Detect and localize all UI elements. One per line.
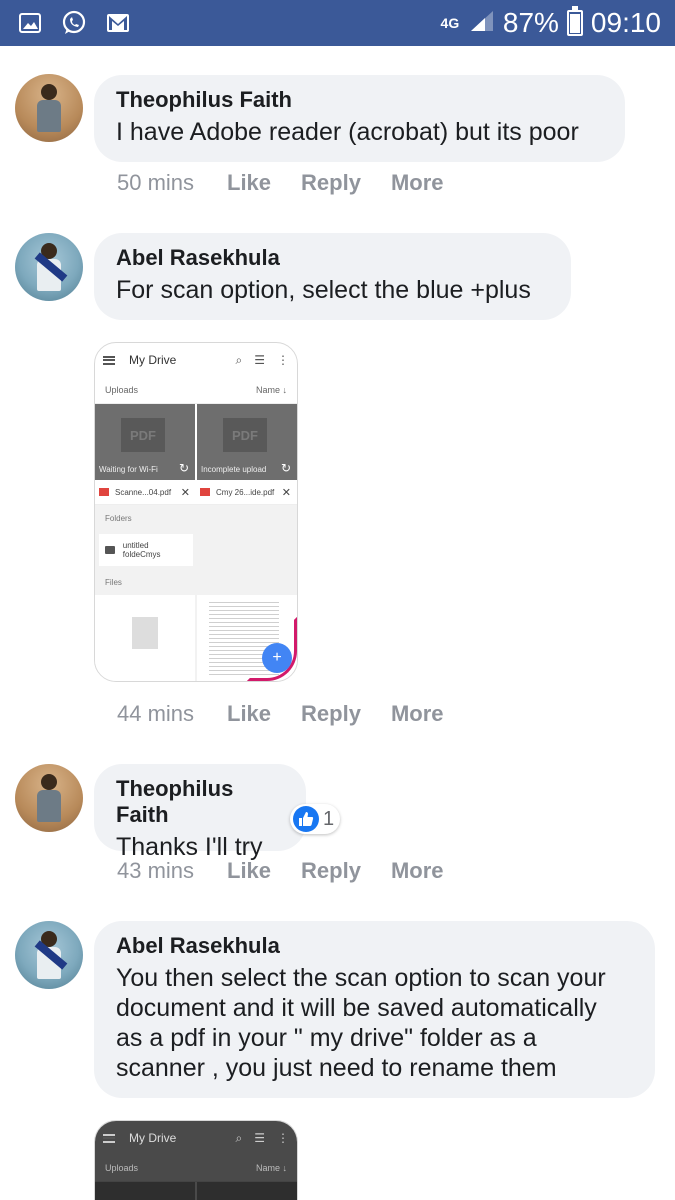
comment-author[interactable]: Theophilus Faith	[116, 776, 284, 828]
reply-link[interactable]: Reply	[301, 170, 361, 196]
reply-link[interactable]: Reply	[301, 858, 361, 884]
comment-actions: 50 mins Like Reply More	[117, 170, 474, 196]
reply-link[interactable]: Reply	[301, 701, 361, 727]
folder-name: untitled foldeCmys	[122, 541, 161, 559]
search-icon: ⌕	[235, 352, 243, 367]
upload-tiles	[95, 1182, 297, 1200]
tile-caption: Waiting for Wi-Fi	[99, 465, 158, 474]
file-name: Scanne...04.pdf	[115, 487, 172, 497]
battery-percent: 87%	[502, 7, 559, 38]
comment-text-line: scanner , you just need to rename them	[116, 1054, 557, 1082]
refresh-icon: ↻	[178, 461, 189, 475]
drive-title: My Drive	[129, 353, 177, 367]
arrow-down-icon: ↓	[282, 1163, 288, 1173]
file-thumb	[95, 595, 195, 681]
pdf-file-icon	[99, 488, 109, 496]
uploads-label: Uploads	[105, 385, 139, 395]
comment-actions: 43 mins Like Reply More	[117, 858, 474, 884]
comment-author[interactable]: Abel Rasekhula	[116, 933, 633, 959]
menu-icon	[103, 1133, 115, 1143]
upload-tile: PDF Incomplete upload ↻	[197, 404, 297, 480]
tile-caption: Incomplete upload	[201, 465, 267, 474]
status-bar: 4G 87% 09:10	[0, 0, 675, 46]
thumbs-up-icon	[293, 806, 319, 832]
avatar[interactable]	[15, 764, 83, 832]
comment-author[interactable]: Theophilus Faith	[116, 87, 603, 113]
like-link[interactable]: Like	[227, 858, 271, 884]
attachment-image[interactable]: My Drive ⌕ ☰ ⋮ Uploads Name ↓ PDF Waitin…	[94, 342, 298, 682]
folders-label: Folders	[95, 505, 297, 531]
arrow-down-icon: ↓	[282, 385, 288, 395]
folder-icon	[105, 546, 115, 554]
list-view-icon: ☰	[254, 1131, 265, 1145]
like-link[interactable]: Like	[227, 701, 271, 727]
close-icon: ✕	[180, 486, 190, 499]
files-label: Files	[95, 569, 297, 595]
clock: 09:10	[590, 7, 661, 38]
gmail-icon	[104, 9, 132, 37]
signal-icon	[469, 10, 495, 37]
gallery-icon	[16, 9, 44, 37]
avatar[interactable]	[15, 74, 83, 142]
comment-text: I have Adobe reader (acrobat) but its po…	[116, 118, 579, 146]
like-link[interactable]: Like	[227, 170, 271, 196]
upload-files: Scanne...04.pdf ✕ Cmy 26...ide.pdf ✕	[95, 480, 297, 505]
sort-label: Name	[255, 385, 280, 395]
whatsapp-icon	[60, 9, 88, 37]
drive-title: My Drive	[129, 1131, 177, 1145]
pdf-icon: PDF	[121, 418, 165, 452]
comment-time: 44 mins	[117, 701, 195, 726]
overflow-icon: ⋮	[277, 1131, 289, 1145]
list-view-icon: ☰	[254, 353, 265, 367]
upload-tile: PDF Waiting for Wi-Fi ↻	[95, 404, 195, 480]
comment-actions: 44 mins Like Reply More	[117, 701, 474, 727]
drive-toolbar: My Drive ⌕ ☰ ⋮	[95, 1121, 297, 1155]
comment-bubble[interactable]: Theophilus Faith Thanks I'll try	[94, 764, 306, 861]
avatar[interactable]	[15, 921, 83, 989]
avatar[interactable]	[15, 233, 83, 301]
more-link[interactable]: More	[391, 701, 444, 727]
uploads-header: Uploads Name ↓	[95, 1155, 297, 1182]
files-grid: +	[95, 595, 297, 681]
menu-icon	[103, 355, 115, 365]
close-icon: ✕	[281, 486, 291, 499]
file-name: Cmy 26...ide.pdf	[216, 487, 275, 497]
folder-row: untitled foldeCmys	[95, 531, 297, 569]
upload-tiles: PDF Waiting for Wi-Fi ↻ PDF Incomplete u…	[95, 404, 297, 480]
pdf-icon: PDF	[223, 418, 267, 452]
comment-text-line: You then select the scan option to scan …	[116, 964, 606, 992]
comment-bubble[interactable]: Theophilus Faith I have Adobe reader (ac…	[94, 75, 625, 162]
comment-time: 50 mins	[117, 170, 195, 195]
comment-bubble[interactable]: Abel Rasekhula For scan option, select t…	[94, 233, 571, 320]
comment-time: 43 mins	[117, 858, 195, 883]
comment-text-line: document and it will be saved automatica…	[116, 994, 597, 1022]
add-fab-icon: +	[262, 643, 292, 673]
reaction-count: 1	[323, 807, 335, 830]
more-link[interactable]: More	[391, 170, 444, 196]
comment-author[interactable]: Abel Rasekhula	[116, 245, 549, 271]
refresh-icon: ↻	[280, 461, 291, 475]
folder-card: untitled foldeCmys	[99, 534, 193, 566]
comment-text: For scan option, select the blue +plus	[116, 276, 531, 304]
battery-icon	[566, 6, 583, 36]
comment-text-line: as a pdf in your " my drive" folder as a	[116, 1024, 537, 1052]
reaction-badge[interactable]: 1	[290, 804, 341, 834]
overflow-icon: ⋮	[277, 353, 289, 367]
more-link[interactable]: More	[391, 858, 444, 884]
attachment-image[interactable]: My Drive ⌕ ☰ ⋮ Uploads Name ↓	[94, 1120, 298, 1200]
drive-toolbar: My Drive ⌕ ☰ ⋮	[95, 343, 297, 377]
comment-text: You then select the scan option to scan …	[116, 963, 633, 1083]
network-type: 4G	[440, 14, 460, 31]
uploads-header: Uploads Name ↓	[95, 377, 297, 404]
comment-bubble[interactable]: Abel Rasekhula You then select the scan …	[94, 921, 655, 1098]
file-thumb: +	[197, 595, 297, 681]
sort-label: Name	[255, 1163, 280, 1173]
search-icon: ⌕	[235, 1130, 243, 1145]
uploads-label: Uploads	[105, 1163, 139, 1173]
document-icon	[132, 617, 158, 649]
pdf-file-icon	[200, 488, 210, 496]
